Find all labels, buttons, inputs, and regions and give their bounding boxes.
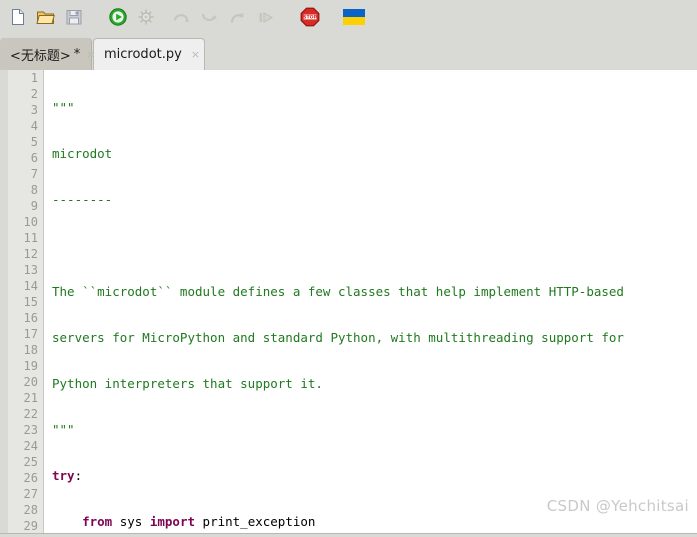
code-token: """	[52, 422, 75, 437]
line-number: 2	[30, 87, 38, 101]
step-over-icon	[173, 14, 190, 23]
line-number: 18	[23, 343, 38, 357]
editor-tab-bar: <无标题> * × microdot.py ×	[0, 34, 697, 99]
step-over-button[interactable]	[168, 3, 196, 31]
line-number: 20	[23, 375, 38, 389]
line-number: 21	[23, 391, 38, 405]
code-token: --------	[52, 192, 113, 207]
code-line-7: Python interpreters that support it.	[52, 376, 697, 392]
line-number: 7	[30, 167, 38, 181]
code-token: The ``microdot`` module defines a few cl…	[52, 284, 624, 299]
line-number: 8	[30, 183, 38, 197]
line-number: 29	[23, 519, 38, 533]
window-bottom-strip	[0, 533, 697, 537]
new-file-icon	[12, 9, 24, 25]
code-line-9: try:	[52, 468, 83, 483]
line-number: 4	[30, 119, 38, 133]
line-number: 23	[23, 423, 38, 437]
line-number: 26	[23, 471, 38, 485]
code-line-1: """	[52, 100, 697, 116]
step-out-icon	[230, 13, 244, 23]
line-number: 19	[23, 359, 38, 373]
resume-button[interactable]	[252, 3, 280, 31]
resume-icon	[259, 12, 274, 23]
line-number-gutter: 1 2 3 4 5 6 7 8 9 10 11 12 13 14 15 16 17 18 19 20 21 22 23 24 2…	[8, 70, 44, 533]
code-token: servers for MicroPython and standard Pyt…	[52, 330, 624, 345]
line-number: 15	[23, 295, 38, 309]
svg-text:STOP: STOP	[303, 15, 317, 21]
new-file-button[interactable]	[4, 3, 32, 31]
ukraine-flag-icon	[343, 9, 365, 25]
line-number: 3	[30, 103, 38, 117]
line-number: 9	[30, 199, 38, 213]
code-line-3: --------	[52, 192, 697, 208]
save-file-button[interactable]	[60, 3, 88, 31]
line-number: 22	[23, 407, 38, 421]
stop-button[interactable]: STOP	[296, 3, 324, 31]
line-number: 27	[23, 487, 38, 501]
code-editor[interactable]: 1 2 3 4 5 6 7 8 9 10 11 12 13 14 15 16 17 18 19 20 21 22 23 24 2…	[0, 70, 697, 533]
line-number: 6	[30, 151, 38, 165]
stop-icon: STOP	[300, 7, 320, 27]
code-line-2: microdot	[52, 146, 697, 162]
tab-untitled-label: <无标题>	[10, 48, 71, 64]
line-number: 1	[30, 71, 38, 85]
line-number: 24	[23, 439, 38, 453]
ukraine-flag-button[interactable]	[340, 3, 368, 31]
code-line-6: servers for MicroPython and standard Pyt…	[52, 330, 697, 346]
step-into-button[interactable]	[196, 3, 224, 31]
toolbar-separator-3	[280, 3, 296, 31]
tab-microdot-py-close-icon[interactable]: ×	[191, 48, 200, 61]
line-number: 5	[30, 135, 38, 149]
step-into-icon	[201, 13, 217, 21]
debug-icon	[138, 9, 154, 25]
ide-window: STOP <无标题> * × microdot.py × 1 2 3 4 5 6 7 8 9 10…	[0, 0, 697, 537]
run-icon	[109, 8, 127, 26]
toolbar-separator-1	[88, 3, 104, 31]
tab-untitled[interactable]: <无标题> * ×	[0, 38, 96, 70]
line-number: 25	[23, 455, 38, 469]
line-number: 10	[23, 215, 38, 229]
code-line-8: """	[52, 422, 697, 438]
line-number: 12	[23, 247, 38, 261]
code-line-10: from sys import print_exception	[82, 514, 316, 529]
code-token: microdot	[52, 146, 113, 161]
toolbar-separator-4	[324, 3, 340, 31]
line-number: 14	[23, 279, 38, 293]
toolbar-separator-2	[160, 3, 168, 31]
code-token: Python interpreters that support it.	[52, 376, 323, 391]
line-number: 11	[23, 231, 38, 245]
step-out-button[interactable]	[224, 3, 252, 31]
open-file-icon	[36, 11, 55, 24]
tab-microdot-py-label: microdot.py	[104, 47, 182, 62]
open-file-button[interactable]	[32, 3, 60, 31]
tab-microdot-py[interactable]: microdot.py ×	[93, 38, 205, 70]
toolbar: STOP	[0, 0, 697, 34]
code-token: """	[52, 100, 75, 115]
code-line-5: The ``microdot`` module defines a few cl…	[52, 284, 697, 300]
save-file-icon	[66, 10, 82, 25]
editor-left-margin	[0, 70, 8, 533]
debug-button[interactable]	[132, 3, 160, 31]
run-button[interactable]	[104, 3, 132, 31]
code-content[interactable]: """ microdot -------- The ``microdot`` m…	[45, 70, 697, 533]
line-number: 17	[23, 327, 38, 341]
tab-untitled-dirty-marker: *	[73, 46, 81, 62]
line-number: 28	[23, 503, 38, 517]
line-number: 16	[23, 311, 38, 325]
line-number: 13	[23, 263, 38, 277]
